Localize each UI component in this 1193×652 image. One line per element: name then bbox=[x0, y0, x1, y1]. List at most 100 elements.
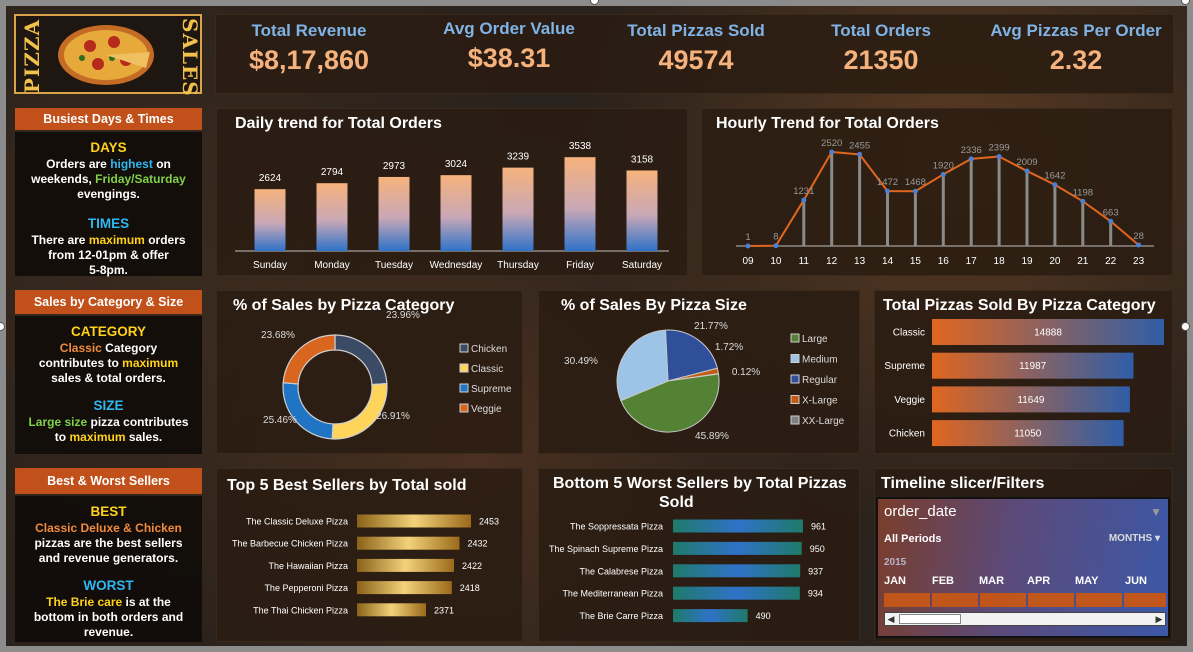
month-bar-may[interactable] bbox=[1076, 593, 1122, 607]
data-label: 11050 bbox=[1014, 429, 1042, 440]
scroll-thumb[interactable] bbox=[899, 614, 961, 624]
data-label: 2455 bbox=[849, 140, 870, 151]
legend-swatch bbox=[790, 354, 800, 363]
slice bbox=[334, 334, 388, 386]
data-label: 937 bbox=[808, 566, 823, 576]
month-bar-jun[interactable] bbox=[1124, 593, 1166, 607]
worst-line-2: bottom in both orders and bbox=[33, 610, 184, 624]
data-label: 961 bbox=[811, 522, 826, 532]
data-label: 2009 bbox=[1016, 157, 1037, 168]
data-label: 1 bbox=[745, 232, 750, 243]
busiest-note: DAYS Orders are highest on weekends, Fri… bbox=[15, 132, 202, 277]
text: orders bbox=[144, 233, 186, 247]
category-label: The Thai Chicken Pizza bbox=[253, 605, 348, 615]
kpi-strip: Total Revenue $8,17,860 Avg Order Value … bbox=[215, 14, 1174, 94]
data-label: 3158 bbox=[631, 154, 654, 165]
month-bar-mar[interactable] bbox=[980, 593, 1026, 607]
month-bar-jan[interactable] bbox=[884, 593, 930, 607]
tick-label: 22 bbox=[1105, 256, 1117, 267]
data-label: 0.12% bbox=[732, 367, 760, 378]
month-jan[interactable]: JAN bbox=[884, 575, 906, 587]
worst-heading: WORST bbox=[83, 578, 134, 593]
tick-label: Friday bbox=[566, 260, 594, 271]
month-bar-apr[interactable] bbox=[1028, 593, 1074, 607]
chevron-down-icon: ▾ bbox=[1154, 533, 1160, 544]
data-label: 1198 bbox=[1073, 187, 1093, 198]
month-mar[interactable]: MAR bbox=[979, 575, 1004, 587]
tick-label: 15 bbox=[910, 256, 922, 267]
bar bbox=[673, 541, 802, 555]
timeline-slicer[interactable]: order_date ▼ All Periods MONTHS ▾ 2015 J… bbox=[876, 497, 1170, 638]
category-label: The Hawaiian Pizza bbox=[268, 561, 348, 571]
cat-line-3: sales & total orders. bbox=[51, 371, 166, 385]
data-point bbox=[940, 171, 946, 177]
data-point bbox=[885, 188, 890, 194]
data-label: 2399 bbox=[989, 142, 1010, 153]
bar bbox=[673, 609, 748, 623]
legend-label: Regular bbox=[802, 375, 838, 386]
legend-swatch bbox=[790, 415, 800, 425]
slicer-year: 2015 bbox=[884, 557, 907, 568]
data-label: 11987 bbox=[1019, 361, 1047, 372]
kpi-avg-order-value: Avg Order Value $38.31 bbox=[414, 19, 604, 74]
data-label: 1920 bbox=[933, 160, 954, 171]
data-point bbox=[857, 151, 863, 157]
data-label: 663 bbox=[1103, 207, 1119, 218]
kpi-value: $38.31 bbox=[467, 43, 551, 73]
tick-label: 16 bbox=[938, 256, 950, 267]
text: Orders are bbox=[46, 157, 111, 171]
kpi-label: Total Pizzas Sold bbox=[627, 21, 765, 40]
data-label: 21.77% bbox=[694, 321, 728, 332]
days-line-3: evengings. bbox=[77, 187, 140, 201]
scroll-right-icon[interactable]: ▶ bbox=[1153, 613, 1165, 625]
tick-label: Monday bbox=[314, 260, 350, 271]
bar bbox=[564, 157, 596, 251]
slicer-unit-dropdown[interactable]: MONTHS ▾ bbox=[1109, 533, 1160, 544]
data-label: 30.49% bbox=[564, 356, 598, 367]
tick-label: 14 bbox=[882, 256, 894, 267]
data-point bbox=[829, 149, 835, 155]
data-label: 950 bbox=[810, 544, 825, 554]
slicer-scrollbar[interactable]: ◀ ▶ bbox=[884, 612, 1166, 626]
scroll-left-icon[interactable]: ◀ bbox=[885, 613, 897, 625]
month-jun[interactable]: JUN bbox=[1125, 575, 1147, 587]
text: pizza contributes bbox=[87, 415, 189, 429]
tick-label: Saturday bbox=[622, 260, 662, 271]
tick-label: 10 bbox=[770, 256, 782, 267]
tick-label: 09 bbox=[742, 256, 754, 267]
kpi-value: 2.32 bbox=[1049, 45, 1103, 75]
tick-label: 23 bbox=[1133, 256, 1145, 267]
data-label: 1642 bbox=[1044, 171, 1065, 182]
month-may[interactable]: MAY bbox=[1075, 575, 1098, 587]
legend-label: Classic bbox=[471, 364, 503, 375]
sellers-title: Best & Worst Sellers bbox=[15, 468, 202, 494]
data-label: 2422 bbox=[462, 561, 482, 571]
kpi-avg-pizzas-per-order: Avg Pizzas Per Order 2.32 bbox=[981, 21, 1171, 76]
bottom5-panel: Bottom 5 Worst Sellers by Total Pizzas S… bbox=[538, 468, 860, 642]
month-apr[interactable]: APR bbox=[1027, 575, 1050, 587]
category-label: Classic bbox=[893, 328, 925, 339]
kpi-label: Avg Order Value bbox=[443, 19, 575, 38]
cat-line-1: Classic Category bbox=[15, 341, 202, 356]
best-line-3: and revenue generators. bbox=[38, 551, 179, 565]
size-pct-pie: 45.89% 30.49% 21.77% 1.72% 0.12% Large Medium R… bbox=[564, 321, 845, 442]
month-bar-feb[interactable] bbox=[932, 593, 978, 607]
data-label: 23.96% bbox=[386, 310, 420, 321]
data-label: 3024 bbox=[445, 159, 468, 170]
size-pct-panel: % of Sales By Pizza Size 45.89% 30.49% 21.… bbox=[538, 290, 860, 454]
category-label: The Spinach Supreme Pizza bbox=[549, 544, 663, 554]
bar bbox=[673, 519, 803, 533]
selection-handle[interactable] bbox=[1181, 322, 1190, 331]
bar bbox=[357, 536, 460, 550]
daily-trend-chart: 2624 Sunday 2794 Monday 2973 Tuesday 3024 Wedne… bbox=[235, 141, 669, 271]
month-feb[interactable]: FEB bbox=[932, 575, 954, 587]
data-label: 14888 bbox=[1034, 328, 1062, 339]
data-point bbox=[996, 153, 1002, 159]
kpi-value: 21350 bbox=[843, 45, 919, 75]
category-pct-panel: % of Sales by Pizza Category 23.96% 26.91… bbox=[216, 290, 523, 454]
data-label: 23.68% bbox=[261, 330, 295, 341]
tick-label: 21 bbox=[1077, 256, 1089, 267]
clear-filter-icon[interactable]: ▼ bbox=[1150, 505, 1162, 519]
days-heading: DAYS bbox=[90, 140, 127, 155]
hourly-trend-chart: 1098101231112520122455131472141468151920… bbox=[736, 138, 1154, 267]
